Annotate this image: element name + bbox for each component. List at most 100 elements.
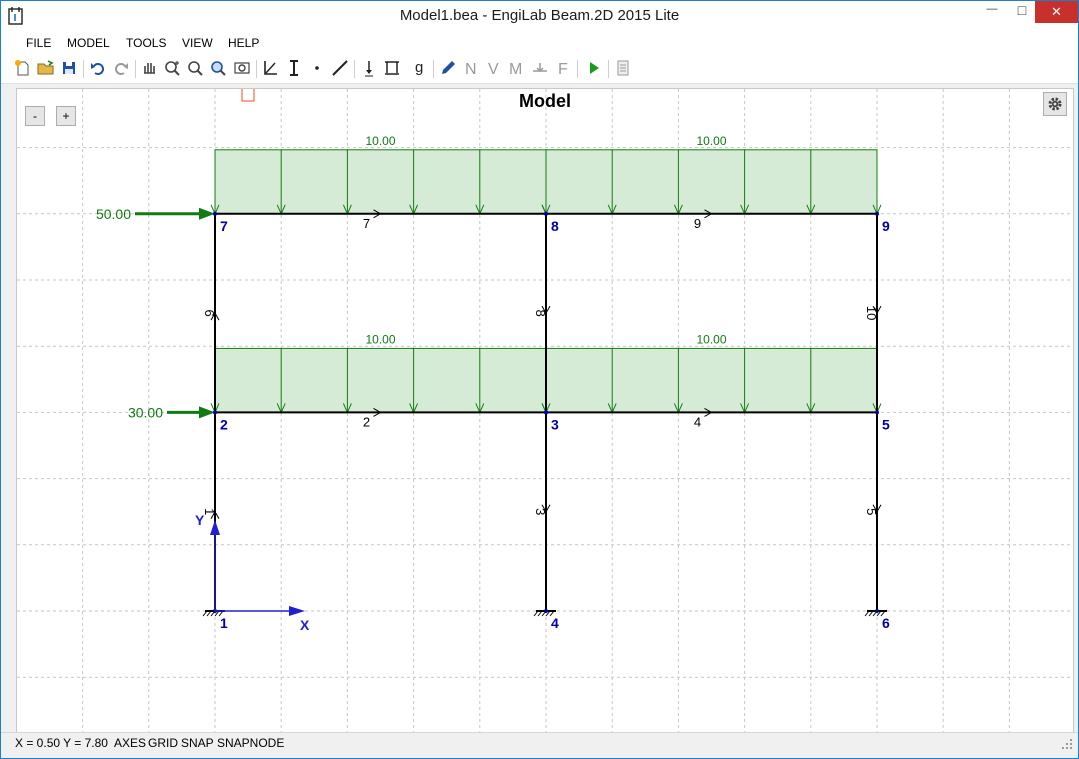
distributed-load-area <box>545 347 878 413</box>
node-point <box>213 410 217 415</box>
svg-text:V: V <box>488 61 499 78</box>
add-element-icon[interactable] <box>329 57 351 79</box>
element-label: 5 <box>864 508 879 515</box>
distributed-load-area <box>214 347 547 413</box>
y-axis-label: Y <box>195 512 205 528</box>
undo-icon[interactable] <box>87 57 109 79</box>
node-point <box>875 410 879 415</box>
status-bar: X = 0.50 Y = 7.80 AXES GRID SNAP SNAPNOD… <box>1 732 1078 753</box>
zoom-out-button[interactable]: - <box>25 106 45 126</box>
title-bar[interactable]: Model1.bea - EngiLab Beam.2D 2015 Lite —… <box>1 1 1078 31</box>
element-label: 6 <box>202 309 217 316</box>
shear-force-icon[interactable]: V <box>483 57 505 79</box>
status-axes-toggle[interactable]: AXES <box>114 736 146 750</box>
menu-model[interactable]: MODEL <box>67 36 110 50</box>
distributed-load-value: 10.00 <box>696 134 726 148</box>
x-axis-arrow <box>289 606 305 616</box>
y-axis-arrow <box>210 520 220 535</box>
node-point <box>875 609 879 613</box>
distributed-load-icon[interactable] <box>381 57 403 79</box>
element-label: 4 <box>694 414 701 429</box>
report-icon[interactable] <box>612 57 634 79</box>
distributed-load-value: 10.00 <box>365 332 395 346</box>
toolbar-separator <box>577 60 578 78</box>
minimize-button[interactable]: — <box>977 3 1007 25</box>
node-label: 2 <box>220 416 228 432</box>
resize-grip-icon[interactable] <box>1061 738 1073 750</box>
status-coordinates: X = 0.50 Y = 7.80 <box>15 736 108 750</box>
distributed-load-area <box>214 149 547 215</box>
node-point <box>544 410 548 415</box>
svg-text:N: N <box>465 61 477 78</box>
node-point <box>544 211 548 216</box>
material-properties-icon[interactable] <box>260 57 282 79</box>
toolbar-separator <box>256 60 257 78</box>
distributed-load-value: 10.00 <box>365 134 395 148</box>
status-grid-toggle[interactable]: GRID <box>148 736 178 750</box>
redo-icon[interactable] <box>110 57 132 79</box>
svg-text:F: F <box>558 61 568 78</box>
app-window: Model1.bea - EngiLab Beam.2D 2015 Lite —… <box>0 0 1079 759</box>
menu-tools[interactable]: TOOLS <box>126 36 166 50</box>
run-analysis-icon[interactable] <box>583 57 605 79</box>
element-label: 7 <box>363 216 370 231</box>
settings-button[interactable] <box>1043 92 1067 116</box>
node-label: 7 <box>220 218 228 234</box>
nodal-load-icon[interactable] <box>358 57 380 79</box>
maximize-button[interactable]: □ <box>1007 2 1037 24</box>
bending-moment-icon[interactable]: M <box>506 57 528 79</box>
model-drawing[interactable]: Model 10.00 10.00 10.00 10.00 1 2 3 4 5 6 7 8 9 10 5… <box>17 85 1073 732</box>
toolbar-separator <box>83 60 84 78</box>
axial-force-icon[interactable]: N <box>460 57 482 79</box>
distributed-load-area <box>545 149 878 215</box>
deformed-shape-icon[interactable] <box>529 57 551 79</box>
status-snapnode-toggle[interactable]: SNAPNODE <box>217 736 284 750</box>
close-button[interactable]: ✕ <box>1035 1 1078 23</box>
menu-file[interactable]: FILE <box>26 36 51 50</box>
node-point <box>875 211 879 216</box>
zoom-previous-icon[interactable] <box>231 57 253 79</box>
x-axis-label: X <box>300 617 310 633</box>
zoom-extents-icon[interactable] <box>208 57 230 79</box>
node-label: 8 <box>551 218 559 234</box>
zoom-window-icon[interactable] <box>185 57 207 79</box>
nodal-load-value: 50.00 <box>96 206 131 222</box>
zoom-in-icon[interactable] <box>162 57 184 79</box>
save-icon[interactable] <box>58 57 80 79</box>
open-file-icon[interactable] <box>35 57 57 79</box>
menu-bar: FILE MODEL TOOLS VIEW HELP <box>1 31 1078 55</box>
node-label: 9 <box>882 218 890 234</box>
nodal-load-value: 30.00 <box>128 404 163 420</box>
node-label: 1 <box>220 615 228 631</box>
menu-view[interactable]: VIEW <box>182 36 213 50</box>
pan-icon[interactable] <box>139 57 161 79</box>
new-file-icon[interactable] <box>12 57 34 79</box>
toolbar: g N V M F <box>1 55 1078 84</box>
window-title: Model1.bea - EngiLab Beam.2D 2015 Lite <box>399 7 680 24</box>
gear-icon <box>1048 97 1062 111</box>
add-node-icon[interactable] <box>306 57 328 79</box>
node-label: 6 <box>882 615 890 631</box>
selection-marker <box>241 85 255 102</box>
svg-text:g: g <box>415 59 423 76</box>
canvas-title: Model <box>519 91 571 111</box>
section-properties-icon[interactable] <box>283 57 305 79</box>
node-point <box>544 609 548 613</box>
edit-icon[interactable] <box>437 57 459 79</box>
status-snap-toggle[interactable]: SNAP <box>181 736 214 750</box>
element-label: 9 <box>694 216 701 231</box>
svg-text:M: M <box>509 61 522 78</box>
toolbar-separator <box>608 60 609 78</box>
zoom-in-button[interactable]: + <box>56 106 76 126</box>
nodal-loads: 50.00 30.00 <box>96 206 215 420</box>
distributed-load-value: 10.00 <box>696 332 726 346</box>
menu-help[interactable]: HELP <box>228 36 259 50</box>
toolbar-separator <box>354 60 355 78</box>
node-label: 4 <box>551 615 559 631</box>
node-label: 5 <box>882 416 890 432</box>
node-point <box>213 211 217 216</box>
reactions-icon[interactable]: F <box>552 57 574 79</box>
toolbar-separator <box>433 60 434 78</box>
model-canvas[interactable]: Model 10.00 10.00 10.00 10.00 1 2 3 4 5 6 7 8 9 10 5… <box>16 85 1074 733</box>
restraint-icon[interactable]: g <box>409 57 431 79</box>
